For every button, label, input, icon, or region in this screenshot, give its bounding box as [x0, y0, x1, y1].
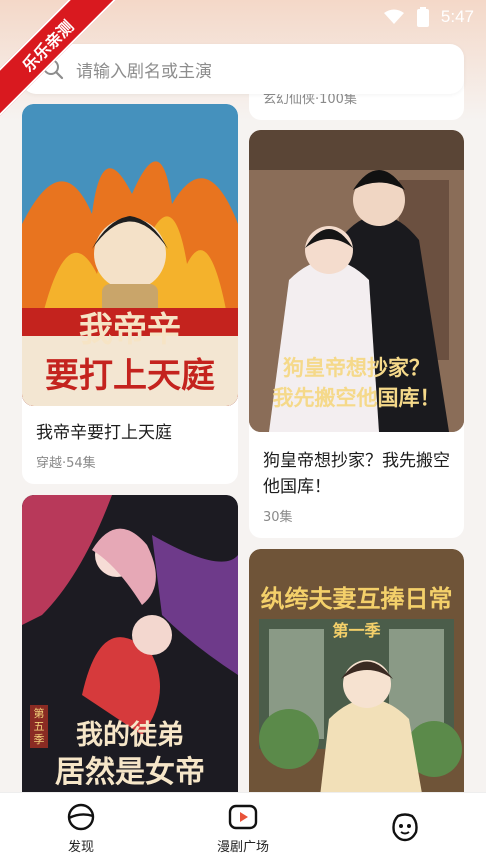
discover-icon [67, 803, 95, 831]
drama-poster: 第五季 我的徒弟 居然是女帝 [22, 495, 238, 805]
drama-title: 狗皇帝想抄家？我先搬空他国库！ [263, 451, 450, 497]
drama-poster: 狗皇帝想抄家？ 我先搬空他国库！ [249, 130, 464, 432]
drama-card[interactable]: 狗皇帝想抄家？ 我先搬空他国库！ 狗皇帝想抄家？我先搬空他国库！ 30集 [249, 130, 464, 538]
battery-icon [416, 7, 429, 27]
status-time: 5:47 [440, 7, 474, 26]
drama-title: 我帝辛要打上天庭 [36, 423, 172, 443]
poster-title-line2: 我先搬空他国库！ [272, 385, 441, 410]
nav-discover-label: 发现 [67, 840, 94, 855]
drama-meta: 30集 [263, 510, 293, 525]
drama-card[interactable]: 第五季 我的徒弟 居然是女帝 [22, 495, 238, 805]
drama-poster: 纨绔夫妻互捧日常 第一季 [249, 549, 464, 805]
poster-title-line1: 我帝辛 [79, 310, 181, 350]
poster-title-line2: 第一季 [332, 621, 381, 640]
poster-title-line1: 纨绔夫妻互捧日常 [260, 584, 453, 613]
face-icon [392, 812, 418, 841]
drama-card[interactable]: 纨绔夫妻互捧日常 第一季 [249, 549, 464, 805]
drama-poster: 我帝辛 要打上天庭 [22, 104, 238, 406]
wifi-icon [383, 9, 404, 24]
poster-title-line1: 狗皇帝想抄家？ [283, 355, 430, 380]
nav-profile[interactable] [324, 793, 486, 864]
bottom-nav: 发现 漫剧广场 [0, 792, 486, 864]
poster-title-line2: 要打上天庭 [45, 356, 215, 396]
ribbon-text: 乐乐亲测 [0, 0, 120, 118]
nav-drama-square[interactable]: 漫剧广场 [162, 793, 324, 864]
drama-card[interactable]: 我帝辛 要打上天庭 我帝辛要打上天庭 穿越·54集 [22, 104, 238, 484]
nav-drama-square-label: 漫剧广场 [216, 840, 269, 855]
nav-discover[interactable]: 发现 [0, 793, 162, 864]
corner-ribbon: 乐乐亲测 [0, 0, 120, 120]
drama-meta: 穿越·54集 [36, 456, 96, 471]
poster-title-line2: 居然是女帝 [55, 755, 205, 790]
play-square-icon [228, 804, 258, 830]
